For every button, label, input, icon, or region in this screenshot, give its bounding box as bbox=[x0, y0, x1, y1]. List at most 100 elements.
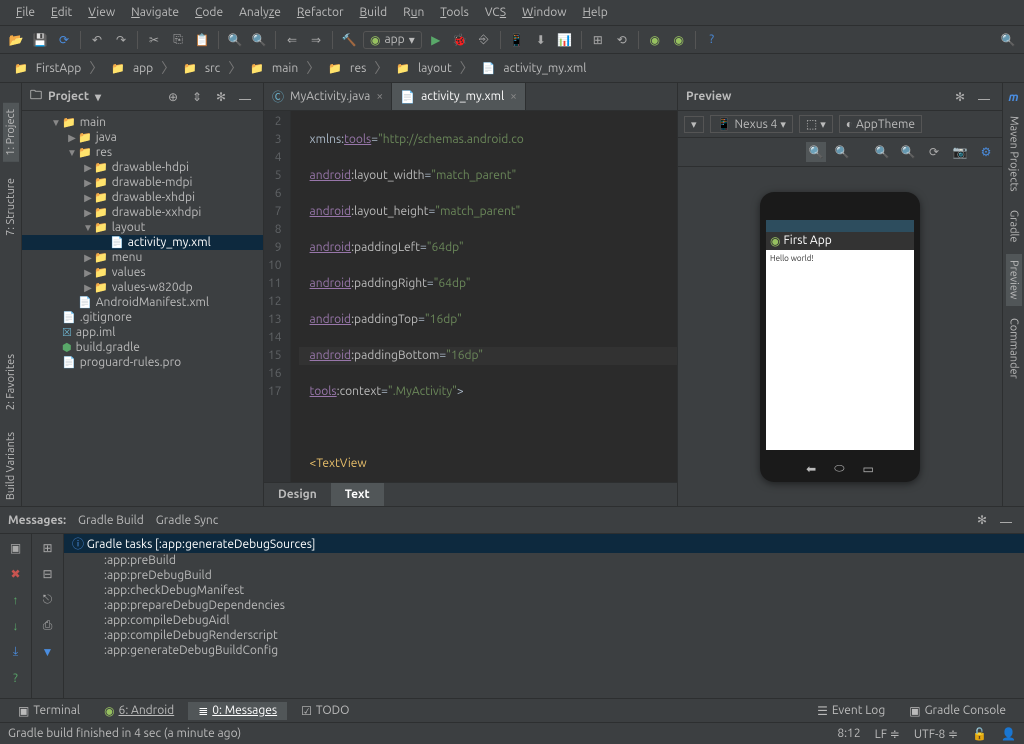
crumb-src[interactable]: 📁src bbox=[177, 60, 226, 77]
back-icon[interactable]: ⇐ bbox=[282, 30, 302, 50]
inspector-icon[interactable]: 👤 bbox=[1001, 727, 1016, 741]
close-icon[interactable]: × bbox=[376, 90, 383, 103]
crumb-project[interactable]: 📁FirstApp bbox=[8, 60, 87, 77]
zoom-actual-icon[interactable]: 🔍 bbox=[832, 142, 852, 162]
tab-maven[interactable]: Maven Projects bbox=[1006, 110, 1022, 198]
prev-icon[interactable]: ↑ bbox=[6, 590, 26, 610]
menu-view[interactable]: View bbox=[80, 3, 123, 22]
hide-icon[interactable]: ⎼ bbox=[974, 87, 994, 107]
tree-menu[interactable]: ▶📁menu bbox=[22, 250, 263, 265]
theme-selector[interactable]: ◐AppTheme bbox=[839, 115, 922, 133]
gear-icon[interactable]: ✻ bbox=[211, 87, 231, 107]
sync-icon[interactable]: ⟳ bbox=[54, 30, 74, 50]
sync2-icon[interactable]: ⟲ bbox=[612, 30, 632, 50]
find-icon[interactable]: 🔍 bbox=[225, 30, 245, 50]
crumb-layout[interactable]: 📁layout bbox=[390, 60, 457, 77]
open-icon[interactable]: 📂 bbox=[6, 30, 26, 50]
tree-values[interactable]: ▶📁values bbox=[22, 265, 263, 280]
tree-drawable-xxhdpi[interactable]: ▶📁drawable-xxhdpi bbox=[22, 205, 263, 220]
expand-icon[interactable]: ⊞ bbox=[38, 538, 58, 558]
cut-icon[interactable]: ✂ bbox=[144, 30, 164, 50]
target-icon[interactable]: ⊕ bbox=[163, 87, 183, 107]
copy-icon[interactable]: ⎘ bbox=[168, 30, 188, 50]
debug-icon[interactable]: 🐞 bbox=[450, 30, 470, 50]
tree-res[interactable]: ▼📁res bbox=[22, 145, 263, 160]
msg-task[interactable]: :app:preDebugBuild bbox=[64, 568, 1024, 583]
run-icon[interactable]: ▶ bbox=[426, 30, 446, 50]
tree-java[interactable]: ▶📁java bbox=[22, 130, 263, 145]
messages-content[interactable]: ⓘ Gradle tasks [:app:generateDebugSource… bbox=[64, 534, 1024, 698]
msg-task[interactable]: :app:generateDebugBuildConfig bbox=[64, 643, 1024, 658]
menu-navigate[interactable]: Navigate bbox=[123, 3, 187, 22]
pin-icon[interactable]: ⎙ bbox=[38, 616, 58, 636]
tree-values-w820dp[interactable]: ▶📁values-w820dp bbox=[22, 280, 263, 295]
run-config-selector[interactable]: ◉ app ▾ bbox=[363, 31, 422, 49]
tab-favorites[interactable]: 2: Favorites bbox=[3, 348, 19, 416]
tree-drawable-mdpi[interactable]: ▶📁drawable-mdpi bbox=[22, 175, 263, 190]
settings-icon[interactable]: ⚙ bbox=[976, 142, 996, 162]
zoom-fit-icon[interactable]: 🔍 bbox=[806, 142, 826, 162]
gear-icon[interactable]: ✻ bbox=[972, 510, 992, 530]
export-icon[interactable]: ⤓ bbox=[6, 642, 26, 662]
close-icon[interactable]: × bbox=[510, 90, 517, 103]
android2-icon[interactable]: ◉ bbox=[645, 30, 665, 50]
menu-build[interactable]: Build bbox=[352, 3, 396, 22]
tab-gradle[interactable]: Gradle bbox=[1006, 204, 1022, 249]
tree-proguard[interactable]: 📄proguard-rules.pro bbox=[22, 355, 263, 370]
crumb-main[interactable]: 📁main bbox=[244, 60, 304, 77]
msg-task[interactable]: :app:preBuild bbox=[64, 553, 1024, 568]
avd-icon[interactable]: 📱 bbox=[507, 30, 527, 50]
filter-icon[interactable]: ▼ bbox=[38, 642, 58, 662]
next-icon[interactable]: ↓ bbox=[6, 616, 26, 636]
hide-icon[interactable]: ⎼ bbox=[996, 510, 1016, 530]
tab-terminal[interactable]: ▣Terminal bbox=[8, 702, 90, 720]
menu-vcs[interactable]: VCS bbox=[477, 3, 514, 22]
close-icon[interactable]: ✖ bbox=[6, 564, 26, 584]
msg-task[interactable]: :app:checkDebugManifest bbox=[64, 583, 1024, 598]
menu-edit[interactable]: Edit bbox=[43, 3, 80, 22]
collapse-icon[interactable]: ⊟ bbox=[38, 564, 58, 584]
msg-task[interactable]: :app:compileDebugAidl bbox=[64, 613, 1024, 628]
tree-main[interactable]: ▼📁main bbox=[22, 115, 263, 130]
tree-layout[interactable]: ▼📁layout bbox=[22, 220, 263, 235]
menu-code[interactable]: Code bbox=[187, 3, 231, 22]
tree-drawable-hdpi[interactable]: ▶📁drawable-hdpi bbox=[22, 160, 263, 175]
monitor-icon[interactable]: 📊 bbox=[555, 30, 575, 50]
cursor-position[interactable]: 8:12 bbox=[837, 727, 860, 741]
redo-icon[interactable]: ↷ bbox=[111, 30, 131, 50]
tab-text[interactable]: Text bbox=[331, 483, 384, 506]
tab-design[interactable]: Design bbox=[264, 483, 331, 506]
tab-preview[interactable]: Preview bbox=[1006, 254, 1022, 305]
tree-drawable-xhdpi[interactable]: ▶📁drawable-xhdpi bbox=[22, 190, 263, 205]
collapse-icon[interactable]: ⇕ bbox=[187, 87, 207, 107]
msg-task[interactable]: :app:prepareDebugDependencies bbox=[64, 598, 1024, 613]
search-icon[interactable]: 🔍 bbox=[998, 30, 1018, 50]
menu-tools[interactable]: Tools bbox=[432, 3, 477, 22]
tab-build-variants[interactable]: Build Variants bbox=[3, 426, 19, 506]
forward-icon[interactable]: ⇒ bbox=[306, 30, 326, 50]
structure-icon[interactable]: ⊞ bbox=[588, 30, 608, 50]
android3-icon[interactable]: ◉ bbox=[669, 30, 689, 50]
tab-todo[interactable]: ☑TODO bbox=[291, 702, 359, 720]
orientation-selector[interactable]: ⬚▾ bbox=[799, 115, 833, 133]
tab-event-log[interactable]: ☰Event Log bbox=[807, 702, 895, 720]
stop-icon[interactable]: ▣ bbox=[6, 538, 26, 558]
menu-file[interactable]: File bbox=[8, 3, 43, 22]
replace-icon[interactable]: 🔍 bbox=[249, 30, 269, 50]
code-editor[interactable]: 234567891011121314151617 xmlns:tools="ht… bbox=[264, 111, 677, 482]
paste-icon[interactable]: 📋 bbox=[192, 30, 212, 50]
tab-android[interactable]: ◉6: Android bbox=[94, 702, 184, 720]
device-selector[interactable]: 📱Nexus 4▾ bbox=[710, 115, 793, 133]
encoding[interactable]: UTF-8 ≑ bbox=[914, 727, 958, 741]
help-icon[interactable]: ? bbox=[6, 668, 26, 688]
menu-analyze[interactable]: Analyze bbox=[231, 3, 289, 22]
tab-gradle-console[interactable]: ▣Gradle Console bbox=[899, 702, 1016, 720]
tree-buildgradle[interactable]: ⬢build.gradle bbox=[22, 340, 263, 355]
tab-messages[interactable]: ≣0: Messages bbox=[188, 702, 287, 720]
crumb-app[interactable]: 📁app bbox=[105, 60, 159, 77]
editor-tab-activity-my[interactable]: 📄activity_my.xml× bbox=[392, 83, 526, 110]
zoom-in-icon[interactable]: 🔍 bbox=[872, 142, 892, 162]
crumb-file[interactable]: 📄activity_my.xml bbox=[476, 60, 593, 77]
tab-structure[interactable]: 7: Structure bbox=[3, 172, 19, 242]
hide-icon[interactable]: ⎼ bbox=[235, 87, 255, 107]
